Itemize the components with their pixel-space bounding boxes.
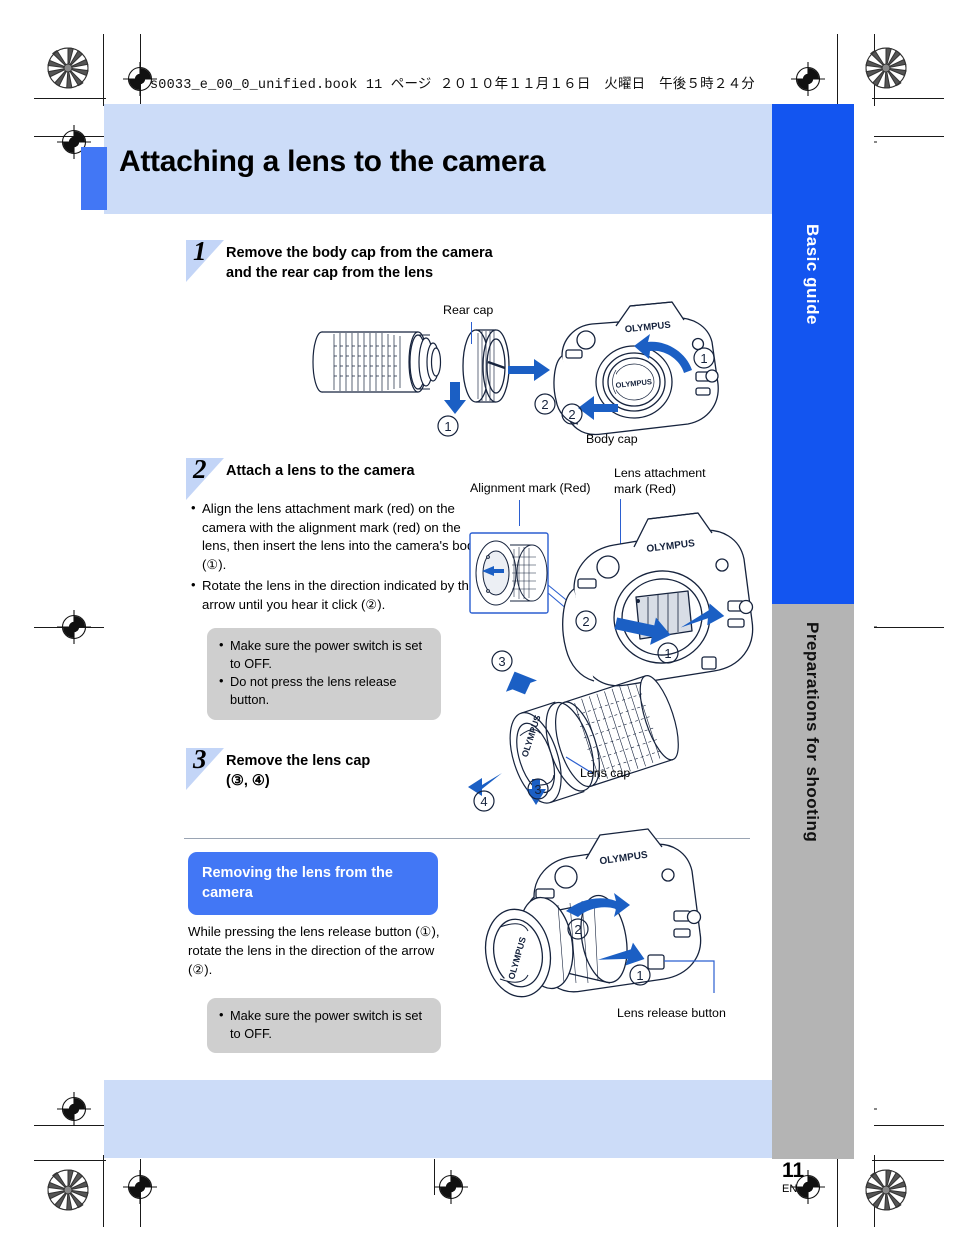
removal-section-body: While pressing the lens release button (… xyxy=(188,924,440,978)
page-title: Attaching a lens to the camera xyxy=(119,145,546,178)
registration-mark-icon xyxy=(123,1170,157,1204)
label-body-cap: Body cap xyxy=(586,432,638,446)
svg-text:3: 3 xyxy=(498,654,505,669)
note-item: Make sure the power switch is set to OFF… xyxy=(217,1006,429,1043)
svg-text:1: 1 xyxy=(444,419,451,434)
illustration-removal: OLYMPUS OLYMPUS 2 1 xyxy=(478,828,748,1018)
step-2-bullet-list: Align the lens attachment mark (red) on … xyxy=(190,499,482,616)
note-box-removal: Make sure the power switch is set to OFF… xyxy=(207,998,441,1054)
step-heading: Remove the lens cap (③, ④) xyxy=(226,753,371,789)
step-number: 3 xyxy=(193,744,207,774)
illustration-step-1: 1 2 OLYMPUS OLYMPUS 1 2 xyxy=(300,300,740,450)
bullet-item: Align the lens attachment mark (red) on … xyxy=(190,499,482,575)
note-box-step-2: Make sure the power switch is set to OFF… xyxy=(207,628,441,720)
section-divider xyxy=(184,838,750,839)
side-tab-basic-guide: Basic guide xyxy=(772,104,854,604)
step-heading: Attach a lens to the camera xyxy=(226,463,415,479)
star-target-icon xyxy=(46,46,90,90)
step-number: 1 xyxy=(193,236,207,266)
title-accent-bar xyxy=(81,147,107,210)
svg-text:2: 2 xyxy=(541,397,548,412)
side-tab-preparations-for-shooting: Preparations for shooting xyxy=(772,604,854,1159)
svg-text:1: 1 xyxy=(700,351,707,366)
bullet-item: Rotate the lens in the direction indicat… xyxy=(190,576,482,614)
imposition-header-text: s0033_e_00_0_unified.book 11 ページ ２０１０年１１… xyxy=(150,78,755,93)
side-tab-label: Basic guide xyxy=(803,224,822,325)
registration-mark-icon xyxy=(57,1092,91,1126)
star-target-icon xyxy=(864,1168,908,1212)
svg-text:1: 1 xyxy=(636,968,643,983)
leader-line-rear-cap xyxy=(471,322,473,344)
removal-section-header: Removing the lens from the camera xyxy=(188,852,438,916)
label-lens-release-button: Lens release button xyxy=(617,1006,726,1020)
printed-page-sheet: s0033_e_00_0_unified.book 11 ページ ２０１０年１１… xyxy=(0,0,954,1258)
label-lens-cap: Lens cap xyxy=(580,766,631,780)
registration-mark-icon xyxy=(57,610,91,644)
svg-text:2: 2 xyxy=(574,922,581,937)
note-item: Make sure the power switch is set to OFF… xyxy=(217,636,429,673)
registration-mark-icon xyxy=(434,1170,468,1204)
page-language-code: EN xyxy=(782,1183,798,1195)
svg-text:1: 1 xyxy=(664,646,671,661)
star-target-icon xyxy=(46,1168,90,1212)
step-number: 2 xyxy=(193,454,207,484)
label-rear-cap: Rear cap xyxy=(443,303,494,317)
side-tab-label: Preparations for shooting xyxy=(803,622,822,843)
label-lens-attachment-mark: Lens attachment mark (Red) xyxy=(614,466,706,496)
star-target-icon xyxy=(864,46,908,90)
svg-text:2: 2 xyxy=(568,407,575,422)
note-item: Do not press the lens release button. xyxy=(217,672,429,709)
page-number: 11 xyxy=(782,1159,805,1182)
footer-band xyxy=(104,1080,772,1158)
step-heading: Remove the body cap from the camera and … xyxy=(226,245,493,281)
svg-text:4: 4 xyxy=(480,794,487,809)
page-number-block: 11 EN xyxy=(782,1160,844,1196)
registration-mark-icon xyxy=(791,62,825,96)
svg-text:2: 2 xyxy=(582,614,589,629)
label-alignment-mark: Alignment mark (Red) xyxy=(470,481,591,495)
